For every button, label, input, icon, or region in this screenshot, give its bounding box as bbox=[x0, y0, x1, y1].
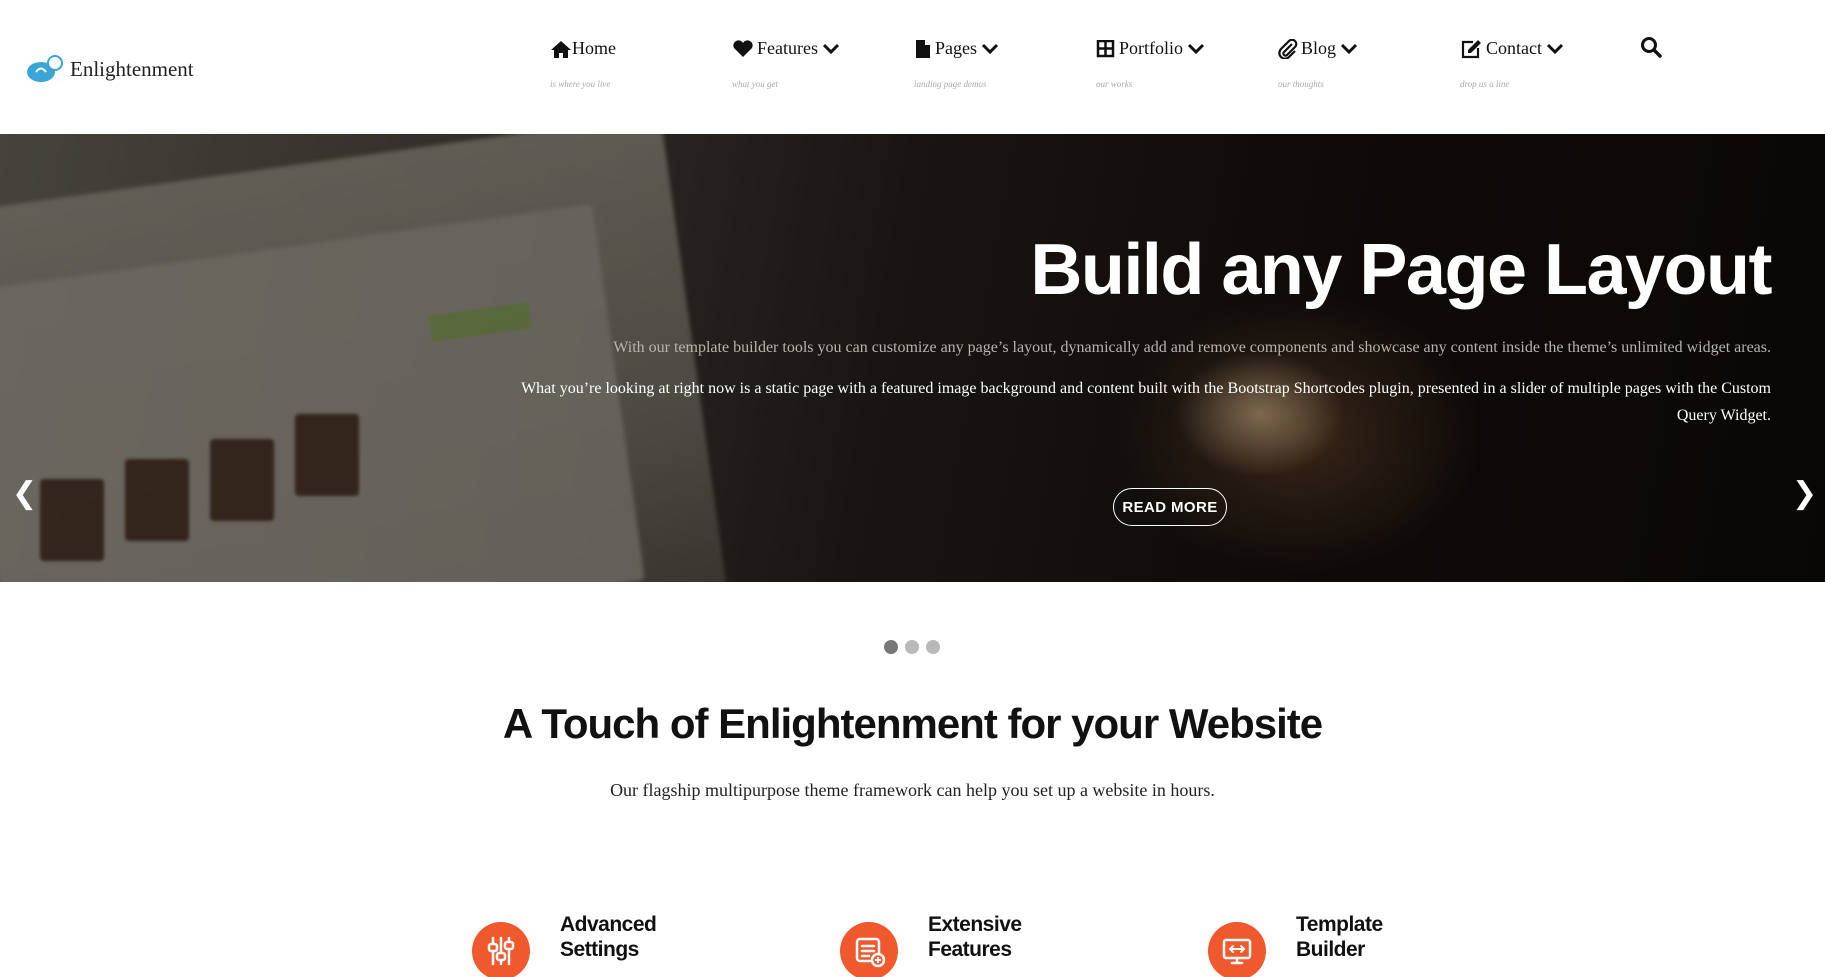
home-icon bbox=[551, 40, 571, 58]
site-header: Enlightenment Home is where you live Fea… bbox=[0, 0, 1825, 134]
feature-extensive-features[interactable]: Extensive Features bbox=[840, 912, 1048, 977]
grid-icon bbox=[1096, 39, 1115, 57]
nav-link-pages[interactable]: Pages bbox=[914, 38, 1094, 59]
slider-prev-icon[interactable]: ❮ bbox=[12, 479, 37, 509]
nav-sub-features: what you get bbox=[732, 79, 778, 89]
hero-content: Build any Page Layout With our template … bbox=[511, 230, 1772, 429]
nav-link-blog[interactable]: Blog bbox=[1278, 38, 1458, 59]
nav-item-pages[interactable]: Pages landing page demos bbox=[914, 38, 1094, 89]
slider-dot-2[interactable] bbox=[905, 640, 919, 654]
chevron-down-icon bbox=[822, 43, 840, 54]
nav-sub-contact: drop us a line bbox=[1460, 79, 1510, 89]
monitor-icon bbox=[1208, 922, 1266, 977]
chevron-down-icon bbox=[1546, 43, 1564, 54]
hero-slider: Build any Page Layout With our template … bbox=[0, 134, 1825, 582]
chevron-down-icon bbox=[981, 43, 999, 54]
hero-description-secondary: What you’re looking at right now is a st… bbox=[521, 380, 1771, 424]
hero-description: With our template builder tools you can … bbox=[613, 339, 1771, 356]
nav-label-contact: Contact bbox=[1486, 38, 1542, 58]
nav-link-home[interactable]: Home bbox=[550, 38, 730, 59]
nav-label-portfolio: Portfolio bbox=[1119, 38, 1184, 58]
nav-label-home: Home bbox=[572, 38, 616, 58]
slider-dot-3[interactable] bbox=[926, 640, 940, 654]
nav-label-blog: Blog bbox=[1301, 38, 1337, 58]
feature-advanced-settings[interactable]: Advanced Settings bbox=[472, 912, 680, 977]
read-more-button[interactable]: READ MORE bbox=[1113, 488, 1227, 526]
intro-subtitle: Our flagship multipurpose theme framewor… bbox=[610, 780, 1215, 800]
slider-dot-1[interactable] bbox=[884, 640, 898, 654]
nav-item-contact[interactable]: Contact drop us a line bbox=[1460, 38, 1640, 89]
nav-link-contact[interactable]: Contact bbox=[1460, 38, 1640, 59]
search-button[interactable] bbox=[1640, 36, 1662, 63]
feature-title: Advanced Settings bbox=[560, 913, 657, 961]
site-logo[interactable]: Enlightenment bbox=[26, 50, 194, 88]
heart-icon bbox=[733, 39, 753, 57]
chevron-down-icon bbox=[1340, 43, 1358, 54]
feature-title: Extensive Features bbox=[928, 913, 1022, 961]
edit-icon bbox=[1461, 39, 1481, 58]
chevron-down-icon bbox=[1187, 43, 1205, 54]
nav-item-portfolio[interactable]: Portfolio our works bbox=[1096, 38, 1276, 89]
search-icon bbox=[1641, 37, 1662, 58]
slider-pagination bbox=[884, 640, 940, 654]
nav-link-portfolio[interactable]: Portfolio bbox=[1096, 38, 1276, 59]
hero-title: Build any Page Layout bbox=[1030, 230, 1772, 310]
logo-icon bbox=[26, 50, 64, 88]
slider-next-icon[interactable]: ❯ bbox=[1792, 479, 1817, 509]
nav-label-features: Features bbox=[757, 38, 818, 58]
nav-label-pages: Pages bbox=[935, 38, 977, 58]
nav-sub-home: is where you live bbox=[550, 79, 611, 89]
nav-item-blog[interactable]: Blog our thoughts bbox=[1278, 38, 1458, 89]
nav-sub-blog: our thoughts bbox=[1278, 79, 1324, 89]
nav-sub-portfolio: our works bbox=[1096, 79, 1133, 89]
intro-title: A Touch of Enlightenment for your Websit… bbox=[502, 700, 1323, 747]
nav-item-home[interactable]: Home is where you live bbox=[550, 38, 730, 89]
sliders-icon bbox=[472, 922, 530, 977]
feature-title: Template Builder bbox=[1296, 913, 1383, 961]
paperclip-icon bbox=[1278, 38, 1298, 59]
nav-item-features[interactable]: Features what you get bbox=[732, 38, 912, 89]
nav-link-features[interactable]: Features bbox=[732, 38, 912, 59]
list-add-icon bbox=[840, 922, 898, 977]
file-icon bbox=[916, 39, 930, 58]
feature-template-builder[interactable]: Template Builder bbox=[1208, 912, 1416, 977]
nav-sub-pages: landing page demos bbox=[914, 79, 987, 89]
logo-text: Enlightenment bbox=[70, 56, 194, 81]
